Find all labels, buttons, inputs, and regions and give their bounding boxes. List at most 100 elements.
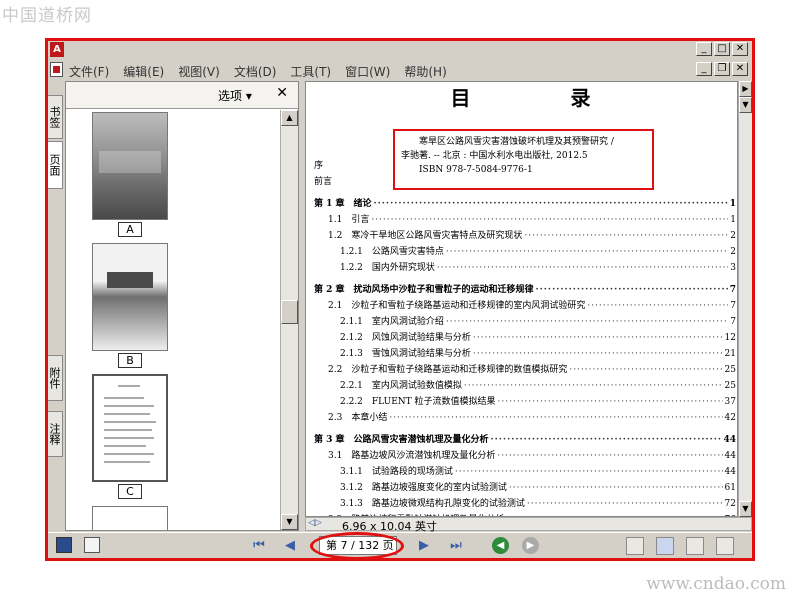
toc-entry[interactable]: 2.3 本章小结 42: [314, 410, 736, 424]
toc-entry-page: 44: [723, 435, 736, 445]
doc-minimize-button[interactable]: _: [696, 62, 712, 76]
toc-entry[interactable]: 1.2.2 国内外研究现状 3: [314, 260, 736, 274]
menu-tools[interactable]: 工具(T): [290, 63, 331, 80]
menu-view[interactable]: 视图(V): [178, 63, 220, 80]
scroll-down-icon[interactable]: ▼: [739, 501, 752, 517]
reader-window: A _ □ ✕ 文件(F) 编辑(E) 视图(V) 文档(D) 工具(T) 窗口…: [45, 38, 755, 561]
page-layout-icon[interactable]: [84, 537, 100, 553]
close-panel-icon[interactable]: ✕: [276, 85, 288, 101]
toc-entry[interactable]: 3.1 路基边坡风沙流潜蚀机理及量化分析 44: [314, 448, 736, 462]
document-scrollbar[interactable]: ▶ ▼ ▼: [738, 81, 752, 517]
toc-entry[interactable]: 2.2.1 室内风洞试验数值模拟 25: [314, 378, 736, 392]
toc-entry-title: 2.1.3 雪蚀风洞试验结果与分析: [340, 349, 471, 359]
toc-entry[interactable]: 第 1 章 绪论 1: [314, 196, 736, 210]
toc-dot-leader: [371, 215, 728, 225]
menu-help[interactable]: 帮助(H): [404, 63, 446, 80]
toc-entry-title: 3.1.3 路基边坡微观结构孔隙变化的试验测试: [340, 499, 525, 509]
thumbnail-cover[interactable]: [92, 112, 168, 220]
toc-dot-leader: [473, 333, 723, 343]
toc-dot-leader: [455, 467, 723, 477]
thumbnail-label: C: [118, 484, 142, 499]
scroll-right-icon[interactable]: ▶: [739, 81, 752, 97]
toc-entry-page: 44: [724, 467, 736, 477]
toc-entry-title: 1.2.2 国内外研究现状: [340, 263, 435, 273]
menu-edit[interactable]: 编辑(E): [123, 63, 164, 80]
tab-comments[interactable]: 注释: [48, 411, 63, 457]
toc-entry[interactable]: 2.1.3 雪蚀风洞试验结果与分析 21: [314, 346, 736, 360]
toc-dot-leader: [497, 451, 722, 461]
toc-dot-leader: [569, 365, 722, 375]
close-button[interactable]: ✕: [732, 42, 748, 56]
toc-entry[interactable]: 3.1.3 路基边坡微观结构孔隙变化的试验测试 72: [314, 496, 736, 510]
continuous-facing-view-icon[interactable]: [716, 537, 734, 555]
split-handle-icon[interactable]: ◁▷: [308, 518, 322, 528]
tab-pages[interactable]: 页面: [48, 141, 63, 189]
menu-bar: 文件(F) 编辑(E) 视图(V) 文档(D) 工具(T) 窗口(W) 帮助(H…: [48, 60, 752, 80]
horizontal-scrollbar[interactable]: ◁▷ 6.96 x 10.04 英寸: [305, 517, 752, 533]
site-watermark-bottom: www.cndao.com: [646, 574, 786, 594]
catalog-line-1: 寒旱区公路风雪灾害潜蚀破坏机理及其预警研究 /: [419, 137, 614, 147]
thumbnail-scrollbar[interactable]: ▲ ▼: [280, 110, 298, 530]
continuous-view-icon[interactable]: [656, 537, 674, 555]
toc-dot-leader: [536, 285, 728, 295]
menu-document[interactable]: 文档(D): [234, 63, 277, 80]
toc-dot-leader: [587, 301, 728, 311]
toc-entry-page: 37: [724, 397, 736, 407]
toc-entry[interactable]: 3.1.1 试验路段的现场测试 44: [314, 464, 736, 478]
toc-entry[interactable]: 2.1.1 室内风洞试验介绍 7: [314, 314, 736, 328]
tab-attachments[interactable]: 附件: [48, 355, 63, 401]
thumbnail-inner-cover[interactable]: [92, 243, 168, 351]
tab-bookmarks[interactable]: 书签: [48, 95, 63, 139]
go-back-button[interactable]: ◀: [492, 537, 509, 554]
toc-entry[interactable]: 2.2 沙粒子和雪粒子绕路基运动和迁移规律的数值模拟研究 25: [314, 362, 736, 376]
toc-entry-page: 7: [729, 285, 736, 295]
toc-entry[interactable]: 第 2 章 扰动风场中沙粒子和雪粒子的运动和迁移规律 7: [314, 282, 736, 296]
toc-entry[interactable]: 3.1.2 路基边坡强度变化的室内试验测试 61: [314, 480, 736, 494]
menu-window[interactable]: 窗口(W): [345, 63, 390, 80]
toc-dot-leader: [473, 349, 723, 359]
toc-entry[interactable]: 2.1 沙粒子和雪粒子绕路基运动和迁移规律的室内风洞试验研究 7: [314, 298, 736, 312]
toc-entry-title: 1.2.1 公路风雪灾害特点: [340, 247, 444, 257]
doc-restore-button[interactable]: ❐: [714, 62, 730, 76]
toc-entry[interactable]: 1.1 引言 1: [314, 212, 736, 226]
thumbnail-next-page[interactable]: [92, 506, 168, 530]
scrollbar-thumb[interactable]: [281, 300, 298, 324]
previous-page-button[interactable]: ◀: [282, 538, 298, 554]
toc-entry-page: 25: [724, 365, 736, 375]
scroll-up-icon[interactable]: ▲: [281, 110, 298, 126]
doc-close-button[interactable]: ✕: [732, 62, 748, 76]
scroll-down-icon[interactable]: ▼: [739, 97, 752, 113]
next-page-button[interactable]: ▶: [416, 538, 432, 554]
toc-entry-page: 42: [724, 413, 736, 423]
toc-entry[interactable]: 第 3 章 公路风雪灾害潜蚀机理及量化分析 44: [314, 432, 736, 446]
maximize-button[interactable]: □: [714, 42, 730, 56]
toc-dot-leader: [491, 435, 722, 445]
thumbnail-label: A: [118, 222, 142, 237]
toc-entry[interactable]: 2.2.2 FLUENT 粒子流数值模拟结果 37: [314, 394, 736, 408]
options-menu-button[interactable]: 选项 ▾: [218, 87, 252, 104]
thumbnail-catalog-page[interactable]: [92, 374, 168, 482]
toc-entry[interactable]: 1.2 寒冷干旱地区公路风雪灾害特点及研究现状 2: [314, 228, 736, 242]
toc-entry-title: 1.1 引言: [328, 215, 370, 225]
fullscreen-icon[interactable]: [56, 537, 72, 553]
toc-entry-title: 2.2.1 室内风洞试验数值模拟: [340, 381, 462, 391]
minimize-button[interactable]: _: [696, 42, 712, 56]
catalog-entry-box: 寒旱区公路风雪灾害潜蚀破坏机理及其预警研究 / 李驰著. -- 北京 : 中国水…: [393, 129, 654, 190]
toc-dot-leader: [389, 413, 722, 423]
toc-entry-page: 61: [724, 483, 736, 493]
single-page-view-icon[interactable]: [626, 537, 644, 555]
last-page-button[interactable]: ⏭: [448, 538, 464, 554]
facing-view-icon[interactable]: [686, 537, 704, 555]
toc-dot-leader: [498, 397, 723, 407]
scroll-down-icon[interactable]: ▼: [281, 514, 298, 530]
toc-entry[interactable]: 1.2.1 公路风雪灾害特点 2: [314, 244, 736, 258]
toc-entry-title: 第 3 章 公路风雪灾害潜蚀机理及量化分析: [314, 435, 489, 445]
toc-entry-page: 7: [730, 317, 736, 327]
first-page-button[interactable]: ⏮: [251, 538, 267, 554]
toc-entry-title: 1.2 寒冷干旱地区公路风雪灾害特点及研究现状: [328, 231, 523, 241]
go-forward-button[interactable]: ▶: [522, 537, 539, 554]
toc-entry[interactable]: 2.1.2 风蚀风洞试验结果与分析 12: [314, 330, 736, 344]
page-title: 目 录: [450, 86, 631, 110]
toc-entry-title: 序: [314, 161, 324, 171]
menu-file[interactable]: 文件(F): [69, 63, 109, 80]
